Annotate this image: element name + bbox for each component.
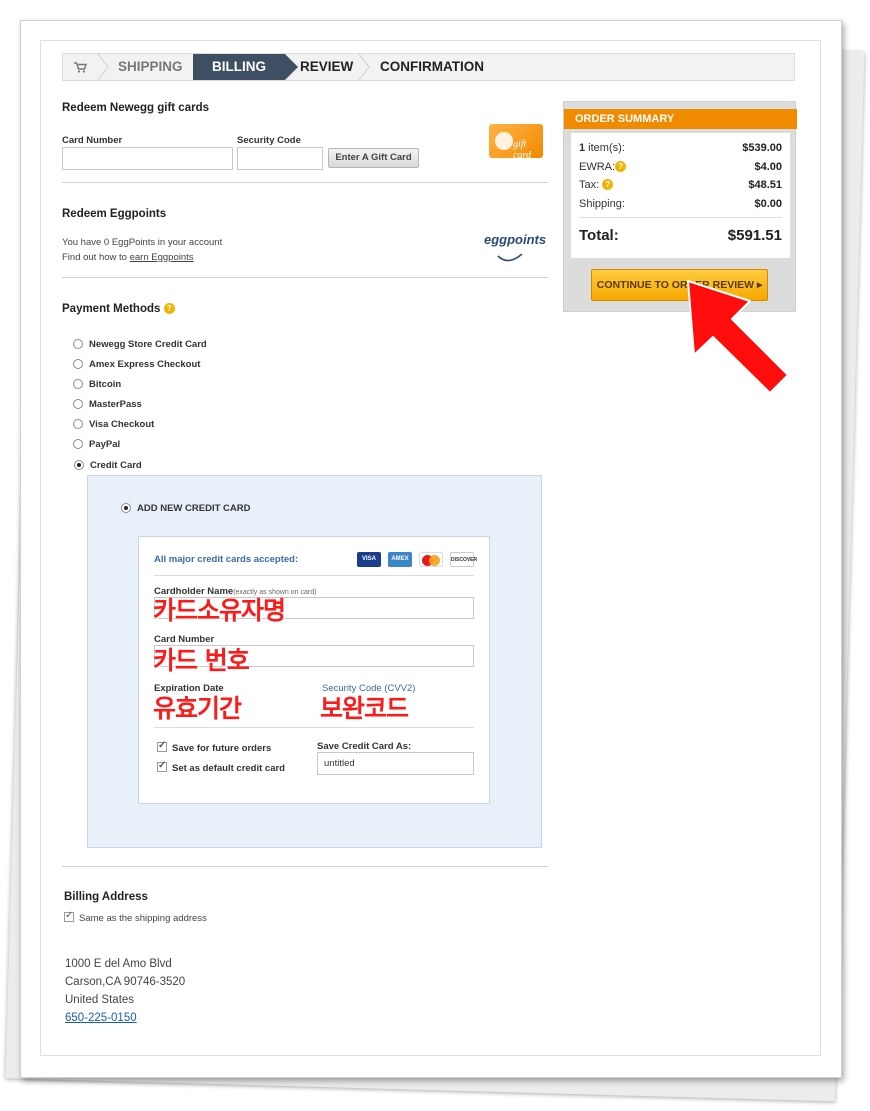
payment-option-visa-checkout[interactable]: Visa Checkout xyxy=(73,417,154,431)
mastercard-logo xyxy=(419,552,443,567)
same-as-shipping-checkbox[interactable]: Same as the shipping address xyxy=(64,910,207,924)
cart-icon[interactable] xyxy=(63,54,97,80)
payment-option-paypal[interactable]: PayPal xyxy=(73,437,120,451)
divider xyxy=(154,727,474,728)
payment-option-bitcoin[interactable]: Bitcoin xyxy=(73,377,121,391)
add-new-credit-card-option[interactable]: ADD NEW CREDIT CARD xyxy=(121,501,250,515)
help-icon[interactable]: ? xyxy=(163,303,175,314)
address-line-2: Carson,CA 90746-3520 xyxy=(65,976,186,988)
annotation-arrow-icon xyxy=(687,280,789,394)
billing-address-heading: Billing Address xyxy=(64,891,148,903)
divider xyxy=(579,217,782,218)
divider xyxy=(62,866,548,867)
order-summary-box: 1 item(s): $539.00 EWRA:? $4.00 Tax: ? $48.… xyxy=(571,133,790,258)
save-card-as-label: Save Credit Card As: xyxy=(317,741,412,752)
annotation-card-number: 카드 번호 xyxy=(153,646,250,675)
eggpoints-logo: eggpoints xyxy=(484,232,547,247)
step-review: REVIEW xyxy=(300,59,354,74)
summary-total-row: Total: $591.51 xyxy=(579,227,782,244)
eggpoints-balance: You have 0 EggPoints in your account xyxy=(62,237,223,248)
radio-selected-icon[interactable] xyxy=(121,503,131,513)
payment-option-newegg-card[interactable]: Newegg Store Credit Card xyxy=(73,337,207,351)
gift-card-heading: Redeem Newegg gift cards xyxy=(62,102,209,114)
payment-option-credit-card[interactable]: Credit Card xyxy=(74,458,142,472)
checkbox-checked-icon[interactable] xyxy=(64,910,74,922)
checkbox-checked-icon[interactable] xyxy=(157,740,167,752)
annotation-security: 보완코드 xyxy=(320,694,409,723)
radio-icon[interactable] xyxy=(73,439,83,449)
summary-tax-row: Tax: ? $48.51 xyxy=(579,179,782,191)
radio-icon[interactable] xyxy=(73,379,83,389)
eggpoints-swoosh-icon xyxy=(497,253,523,262)
address-line-1: 1000 E del Amo Blvd xyxy=(65,958,172,970)
amex-logo: AMEX xyxy=(388,552,412,567)
gift-card-number-label: Card Number xyxy=(62,135,123,146)
gift-security-code-label: Security Code xyxy=(237,135,301,146)
step-separator-icon xyxy=(358,54,370,80)
help-icon[interactable]: ? xyxy=(615,161,627,172)
gift-security-code-input[interactable] xyxy=(237,147,323,170)
divider xyxy=(154,575,474,576)
address-country: United States xyxy=(65,994,135,1006)
radio-icon[interactable] xyxy=(73,419,83,429)
divider xyxy=(62,277,548,278)
gift-card-number-input[interactable] xyxy=(62,147,233,170)
help-icon[interactable]: ? xyxy=(602,179,614,190)
payment-methods-heading: Payment Methods ? xyxy=(62,303,175,315)
step-separator-icon xyxy=(97,54,109,80)
checkbox-checked-icon[interactable] xyxy=(157,760,167,772)
radio-icon[interactable] xyxy=(73,339,83,349)
step-confirmation: CONFIRMATION xyxy=(380,59,484,74)
visa-logo: VISA xyxy=(357,552,381,567)
enter-gift-card-button[interactable]: Enter A Gift Card xyxy=(328,148,419,168)
eggpoints-find-text: Find out how to earn Eggpoints xyxy=(62,252,194,263)
earn-eggpoints-link[interactable]: earn Eggpoints xyxy=(130,252,194,263)
set-default-checkbox[interactable]: Set as default credit card xyxy=(157,760,285,774)
annotation-expiration: 유효기간 xyxy=(153,694,242,723)
order-summary-title: ORDER SUMMARY xyxy=(564,109,797,129)
radio-icon[interactable] xyxy=(73,359,83,369)
summary-items-row: 1 item(s): $539.00 xyxy=(579,142,782,154)
step-shipping[interactable]: SHIPPING xyxy=(118,54,183,80)
screenshot-stage: SHIPPING BILLING REVIEW CONFIRMATION Red… xyxy=(0,0,870,1111)
gift-card-logo: gift card xyxy=(489,124,543,161)
discover-logo: DISCOVER xyxy=(450,552,477,567)
phone-link[interactable]: 650-225-0150 xyxy=(65,1012,137,1024)
divider xyxy=(62,182,548,183)
eggpoints-heading: Redeem Eggpoints xyxy=(62,208,167,220)
payment-option-amex[interactable]: Amex Express Checkout xyxy=(73,357,200,371)
radio-icon[interactable] xyxy=(73,399,83,409)
annotation-cardholder: 카드소유자명 xyxy=(153,596,286,625)
save-future-checkbox[interactable]: Save for future orders xyxy=(157,740,271,754)
payment-option-masterpass[interactable]: MasterPass xyxy=(73,397,142,411)
summary-shipping-row: Shipping: $0.00 xyxy=(579,198,782,210)
accepted-cards-text: All major credit cards accepted: xyxy=(154,554,299,565)
summary-ewra-row: EWRA:? $4.00 xyxy=(579,161,782,173)
checkout-steps: SHIPPING BILLING REVIEW CONFIRMATION xyxy=(62,53,795,81)
step-billing: BILLING xyxy=(193,54,298,80)
save-card-as-input[interactable]: untitled xyxy=(317,752,474,775)
radio-selected-icon[interactable] xyxy=(74,460,84,470)
